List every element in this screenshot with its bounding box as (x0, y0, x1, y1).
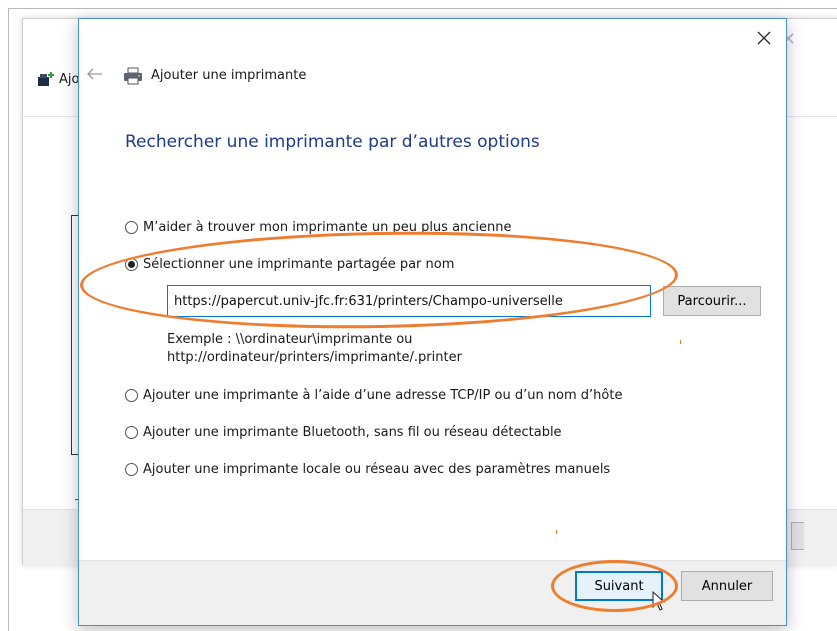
add-printer-icon (38, 72, 54, 86)
option-older-printer-label: M’aider à trouver mon imprimante un peu … (143, 220, 512, 235)
option-local-manual[interactable]: Ajouter une imprimante locale ou réseau … (125, 462, 610, 477)
background-window-title: Ajo (59, 72, 80, 87)
shared-printer-url-input[interactable] (167, 285, 651, 317)
option-bluetooth-wireless[interactable]: Ajouter une imprimante Bluetooth, sans f… (125, 425, 562, 440)
annotation-tick (680, 340, 681, 344)
option-shared-by-name-label: Sélectionner une imprimante partagée par… (143, 257, 455, 272)
example-line-1: Exemple : \\ordinateur\imprimante ou (167, 332, 413, 347)
mouse-cursor-icon (652, 591, 666, 611)
example-text: Exemple : \\ordinateur\imprimante ou htt… (167, 331, 462, 367)
option-tcp-ip-label: Ajouter une imprimante à l’aide d’une ad… (143, 388, 623, 403)
close-icon (757, 31, 771, 45)
radio-older-printer[interactable] (125, 221, 138, 234)
browse-button[interactable]: Parcourir... (663, 286, 761, 316)
option-bluetooth-wireless-label: Ajouter une imprimante Bluetooth, sans f… (143, 425, 562, 440)
back-arrow-icon (87, 68, 102, 80)
radio-shared-by-name[interactable] (125, 258, 138, 271)
option-shared-by-name[interactable]: Sélectionner une imprimante partagée par… (125, 257, 454, 272)
back-button[interactable] (87, 65, 103, 84)
page-heading: Rechercher une imprimante par d’autres o… (125, 132, 540, 152)
cancel-button[interactable]: Annuler (681, 571, 773, 601)
radio-local-manual[interactable] (125, 463, 138, 476)
option-local-manual-label: Ajouter une imprimante locale ou réseau … (143, 462, 611, 477)
option-older-printer[interactable]: M’aider à trouver mon imprimante un peu … (125, 220, 512, 235)
background-button (791, 522, 804, 550)
dialog-footer (79, 560, 786, 625)
close-button[interactable] (750, 25, 778, 51)
dialog-title: Ajouter une imprimante (151, 68, 307, 83)
next-button[interactable]: Suivant (575, 571, 663, 601)
example-line-2: http://ordinateur/printers/imprimante/.p… (167, 350, 462, 365)
add-printer-dialog: Ajouter une imprimante Rechercher une im… (78, 18, 787, 626)
option-tcp-ip[interactable]: Ajouter une imprimante à l’aide d’une ad… (125, 388, 622, 403)
radio-tcp-ip[interactable] (125, 389, 138, 402)
radio-bluetooth-wireless[interactable] (125, 426, 138, 439)
printer-icon (124, 67, 142, 85)
annotation-tick (556, 530, 557, 534)
